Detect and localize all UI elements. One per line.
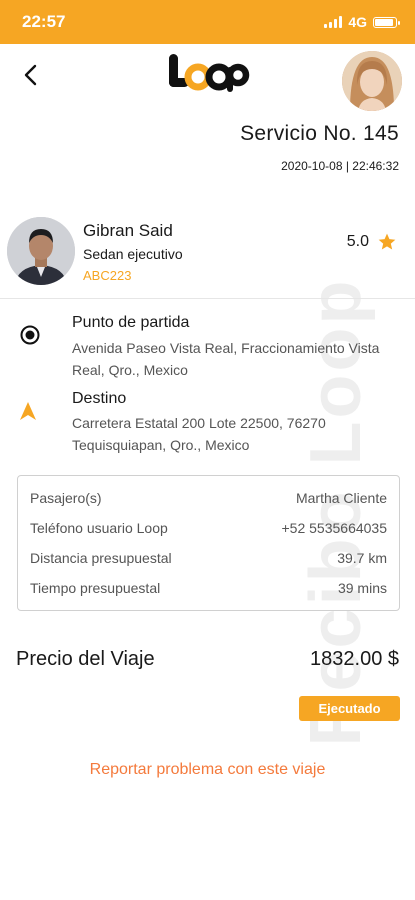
rating-value: 5.0 [346,233,369,250]
detail-label: Teléfono usuario Loop [30,520,168,536]
driver-avatar-image [7,217,75,285]
detail-label: Tiempo presupuestal [30,580,161,596]
loop-logo [165,50,250,94]
driver-vehicle: Sedan ejecutivo [83,246,183,262]
back-button[interactable] [16,60,46,90]
driver-rating: 5.0 [347,232,397,252]
destination-title: Destino [72,390,127,407]
user-avatar[interactable] [342,51,402,111]
detail-label: Pasajero(s) [30,490,102,506]
driver-name: Gibran Said [83,221,173,240]
status-time: 22:57 [22,12,66,31]
price-value: 1832.00 $ [310,648,399,670]
detail-value: 39 mins [337,580,387,596]
status-badge: Ejecutado [299,696,400,721]
destination-arrow-icon [20,402,36,420]
origin-title: Punto de partida [72,314,190,331]
status-indicators: 4G [324,14,400,30]
star-icon [378,233,396,250]
driver-avatar [7,217,75,285]
loop-logo-mark [169,54,250,92]
detail-row-distance: Distancia presupuestal 39.7 km [30,550,387,566]
battery-icon [373,16,400,28]
origin-address: Avenida Paseo Vista Real, Fraccionamient… [72,340,380,378]
section-divider [0,298,415,299]
status-bar: 22:57 4G [0,0,415,44]
detail-value: +52 5535664035 [281,520,388,536]
service-datetime: 2020-10-08 | 22:46:32 [281,159,399,173]
service-title: Servicio No. 145 [240,122,399,145]
detail-row-time: Tiempo presupuestal 39 mins [30,580,387,596]
network-label: 4G [348,14,367,30]
detail-label: Distancia presupuestal [30,550,172,566]
destination-address: Carretera Estatal 200 Lote 22500, 76270 … [72,415,326,453]
trip-details-box: Pasajero(s) Martha Cliente Teléfono usua… [17,475,400,611]
detail-value: 39.7 km [337,550,387,566]
user-avatar-image [342,51,402,111]
price-label: Precio del Viaje [16,648,155,670]
origin-radio-icon [20,325,40,345]
driver-plate: ABC223 [83,268,132,283]
signal-icon [324,16,343,28]
detail-row-passenger: Pasajero(s) Martha Cliente [30,490,387,506]
detail-value: Martha Cliente [295,490,387,506]
chevron-left-icon [24,64,37,86]
detail-row-phone: Teléfono usuario Loop +52 5535664035 [30,520,387,536]
report-problem-link[interactable]: Reportar problema con este viaje [0,761,415,779]
